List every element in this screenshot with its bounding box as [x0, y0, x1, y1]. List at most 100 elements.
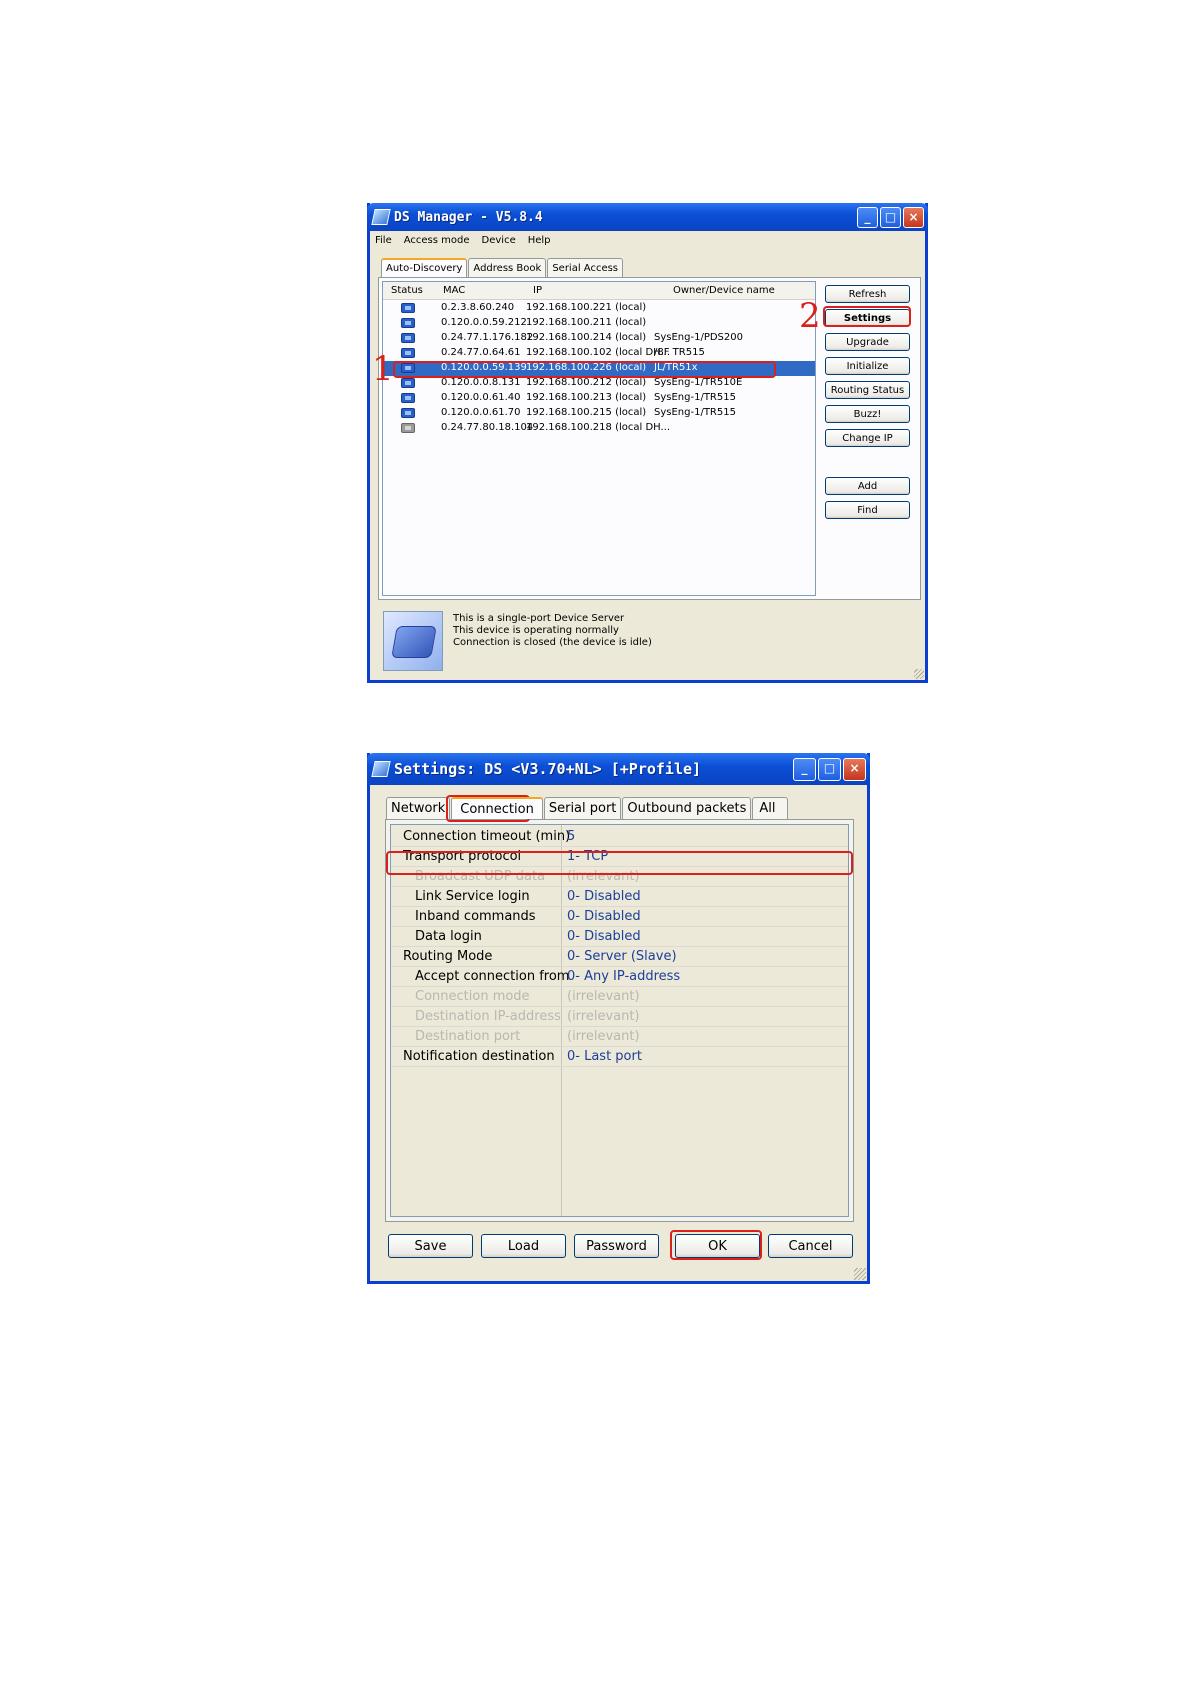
ok-button[interactable]: OK [675, 1234, 760, 1258]
table-row[interactable]: 0.24.77.0.64.61 192.168.100.102 (local DH… [383, 346, 815, 361]
settings-row[interactable]: Notification destination 0- Last port [391, 1047, 848, 1067]
column-mac[interactable]: MAC [443, 285, 465, 296]
menubar: File Access mode Device Help [370, 231, 925, 249]
tab-serial-access[interactable]: Serial Access [547, 258, 624, 277]
resize-grip-icon[interactable] [854, 1268, 866, 1280]
maximize-icon[interactable]: □ [818, 758, 841, 781]
refresh-button[interactable]: Refresh [825, 285, 910, 303]
tab-network[interactable]: Network [386, 797, 451, 819]
owner-cell: /8F TR515 [654, 347, 705, 358]
password-button[interactable]: Password [574, 1234, 659, 1258]
setting-value[interactable]: 0- Disabled [567, 929, 641, 944]
settings-row[interactable]: Accept connection from 0- Any IP-address [391, 967, 848, 987]
routing-status-button[interactable]: Routing Status [825, 381, 910, 399]
settings-button[interactable]: Settings [825, 309, 910, 327]
device-online-icon [401, 318, 415, 328]
mac-cell: 0.120.0.0.59.139 [441, 362, 527, 373]
settings-titlebar[interactable]: Settings: DS <V3.70+NL> [+Profile] _ □ × [367, 753, 870, 785]
table-row[interactable]: 0.24.77.80.18.104 192.168.100.218 (local … [383, 421, 815, 436]
ip-cell: 192.168.100.218 (local DH... [526, 422, 671, 433]
maximize-icon[interactable]: □ [880, 207, 901, 228]
menu-file[interactable]: File [375, 235, 392, 246]
mac-cell: 0.120.0.0.8.131 [441, 377, 521, 388]
device-status-image [383, 611, 443, 671]
ip-cell: 192.168.100.213 (local) [526, 392, 647, 403]
setting-value[interactable]: 5 [567, 829, 575, 844]
find-button[interactable]: Find [825, 501, 910, 519]
tab-auto-discovery[interactable]: Auto-Discovery [381, 258, 468, 277]
settings-row[interactable]: Broadcast UDP data (irrelevant) [391, 867, 848, 887]
minimize-icon[interactable]: _ [857, 207, 878, 228]
settings-row[interactable]: Destination IP-address (irrelevant) [391, 1007, 848, 1027]
setting-value[interactable]: (irrelevant) [567, 869, 640, 884]
tab-all[interactable]: All [752, 797, 789, 819]
resize-grip-icon[interactable] [914, 669, 924, 679]
setting-value[interactable]: (irrelevant) [567, 1029, 640, 1044]
device-list[interactable]: Status MAC IP Owner/Device name 0.2.3.8.… [382, 281, 816, 596]
discovery-panel: Status MAC IP Owner/Device name 0.2.3.8.… [378, 277, 921, 600]
setting-value[interactable]: 0- Disabled [567, 909, 641, 924]
ds-manager-titlebar[interactable]: DS Manager - V5.8.4 _ □ × [367, 203, 928, 231]
tab-connection[interactable]: Connection [451, 797, 543, 819]
menu-help[interactable]: Help [528, 235, 551, 246]
ds-manager-title: DS Manager - V5.8.4 [394, 209, 543, 225]
close-icon[interactable]: × [843, 758, 866, 781]
table-row[interactable]: 0.2.3.8.60.240 192.168.100.221 (local) [383, 301, 815, 316]
minimize-icon[interactable]: _ [793, 758, 816, 781]
settings-row[interactable]: Routing Mode 0- Server (Slave) [391, 947, 848, 967]
mac-cell: 0.2.3.8.60.240 [441, 302, 515, 313]
table-row[interactable]: 0.120.0.0.59.139 192.168.100.226 (local) J… [383, 361, 815, 376]
setting-value[interactable]: 0- Any IP-address [567, 969, 680, 984]
device-online-icon [401, 303, 415, 313]
table-row[interactable]: 0.120.0.0.61.40 192.168.100.213 (local) Sy… [383, 391, 815, 406]
column-ip[interactable]: IP [533, 285, 542, 296]
owner-cell: SysEng-1/TR515 [654, 407, 736, 418]
setting-name: Destination IP-address [415, 1009, 561, 1024]
settings-row[interactable]: Destination port (irrelevant) [391, 1027, 848, 1047]
change-ip-button[interactable]: Change IP [825, 429, 910, 447]
settings-row[interactable]: Transport protocol 1- TCP [391, 847, 848, 867]
owner-cell: SysEng-1/TR510E [654, 377, 743, 388]
table-row[interactable]: 0.120.0.0.61.70 192.168.100.215 (local) Sy… [383, 406, 815, 421]
save-button[interactable]: Save [388, 1234, 473, 1258]
settings-row[interactable]: Inband commands 0- Disabled [391, 907, 848, 927]
column-status[interactable]: Status [391, 285, 423, 296]
column-owner[interactable]: Owner/Device name [673, 285, 775, 296]
initialize-button[interactable]: Initialize [825, 357, 910, 375]
table-row[interactable]: 0.120.0.0.59.212 192.168.100.211 (local) [383, 316, 815, 331]
cancel-button[interactable]: Cancel [768, 1234, 853, 1258]
ip-cell: 192.168.100.214 (local) [526, 332, 647, 343]
mac-cell: 0.24.77.80.18.104 [441, 422, 534, 433]
ds-manager-window: DS Manager - V5.8.4 _ □ × File Access mo… [367, 203, 928, 683]
mac-cell: 0.120.0.0.61.70 [441, 407, 521, 418]
menu-device[interactable]: Device [482, 235, 516, 246]
settings-row[interactable]: Link Service login 0- Disabled [391, 887, 848, 907]
device-online-icon [401, 348, 415, 358]
tab-serial-port[interactable]: Serial port [543, 797, 622, 819]
settings-row[interactable]: Connection mode (irrelevant) [391, 987, 848, 1007]
setting-value[interactable]: 0- Server (Slave) [567, 949, 677, 964]
setting-value[interactable]: 1- TCP [567, 849, 608, 864]
setting-name: Broadcast UDP data [415, 869, 546, 884]
setting-name: Inband commands [415, 909, 536, 924]
settings-grid: Connection timeout (min) 5 Transport proto… [390, 824, 849, 1217]
setting-value[interactable]: 0- Disabled [567, 889, 641, 904]
tab-address-book[interactable]: Address Book [468, 258, 547, 277]
upgrade-button[interactable]: Upgrade [825, 333, 910, 351]
setting-value[interactable]: 0- Last port [567, 1049, 642, 1064]
setting-value[interactable]: (irrelevant) [567, 989, 640, 1004]
mac-cell: 0.24.77.1.176.182 [441, 332, 534, 343]
tab-outbound-packets[interactable]: Outbound packets [622, 797, 752, 819]
buzz-button[interactable]: Buzz! [825, 405, 910, 423]
settings-row[interactable]: Connection timeout (min) 5 [391, 827, 848, 847]
table-row[interactable]: 0.120.0.0.8.131 192.168.100.212 (local) Sy… [383, 376, 815, 391]
table-row[interactable]: 0.24.77.1.176.182 192.168.100.214 (local)… [383, 331, 815, 346]
load-button[interactable]: Load [481, 1234, 566, 1258]
menu-access-mode[interactable]: Access mode [404, 235, 470, 246]
setting-value[interactable]: (irrelevant) [567, 1009, 640, 1024]
add-button[interactable]: Add [825, 477, 910, 495]
close-icon[interactable]: × [903, 207, 924, 228]
ip-cell: 192.168.100.211 (local) [526, 317, 647, 328]
setting-name: Notification destination [403, 1049, 555, 1064]
settings-row[interactable]: Data login 0- Disabled [391, 927, 848, 947]
